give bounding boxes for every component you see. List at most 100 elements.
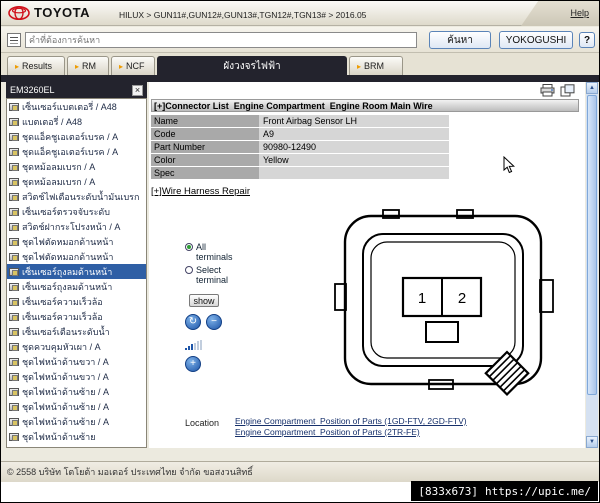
yokogushi-button[interactable]: YOKOGUSHI (499, 31, 573, 49)
tab-wiring-diagram-active[interactable]: ผังวงจรไฟฟ้า (157, 56, 347, 75)
tab-arrow-icon: ▸ (119, 61, 124, 71)
field-value: Front Airbag Sensor LH (259, 115, 449, 127)
toyota-epc-window: TOYOTA HILUX > GUN11#,GUN12#,GUN13#,TGN1… (0, 0, 600, 503)
table-row: Color Yellow (151, 154, 449, 166)
connector-list-header[interactable]: [+]Connector List Engine Compartment Eng… (151, 99, 579, 112)
question-help-button[interactable]: ? (579, 32, 595, 48)
list-item[interactable]: ชุดหม้อลมเบรก / A (7, 174, 146, 189)
terminal-options: All terminals Select terminal (185, 242, 247, 288)
help-link[interactable]: Help (570, 8, 589, 18)
table-row: Code A9 (151, 128, 449, 140)
list-item[interactable]: ชุดไฟหน้าด้านขวา / A (7, 369, 146, 384)
field-label: Part Number (151, 141, 259, 153)
app-frame: TOYOTA HILUX > GUN11#,GUN12#,GUN13#,TGN1… (1, 1, 599, 482)
connector-icon (9, 372, 19, 381)
list-item[interactable]: แบตเตอรี่ / A48 (7, 114, 146, 129)
open-window-button[interactable] (560, 84, 575, 97)
field-label: Code (151, 128, 259, 140)
zoom-out-icon[interactable]: − (206, 314, 222, 330)
list-item[interactable]: เซ็นเซอร์เตือนระดับน้ำ (7, 324, 146, 339)
radio-icon (185, 266, 193, 274)
connector-icon (9, 222, 19, 231)
tab-rm[interactable]: ▸ RM (67, 56, 109, 75)
tab-label: Results (22, 61, 53, 71)
tab-label: RM (82, 61, 97, 71)
field-value: Yellow (259, 154, 449, 166)
connector-icon (9, 432, 19, 441)
zoom-in-icon[interactable]: + (185, 356, 201, 372)
wire-harness-repair-link[interactable]: [+]Wire Harness Repair (151, 186, 250, 197)
list-item[interactable]: ชุดไฟหน้าด้านซ้าย (7, 429, 146, 444)
rotate-icon[interactable]: ↻ (185, 314, 201, 330)
tab-label: ผังวงจรไฟฟ้า (223, 60, 281, 72)
scrollbar-thumb[interactable] (587, 95, 597, 395)
connector-info-table: Name Front Airbag Sensor LH Code A9 Part… (151, 115, 449, 180)
show-button[interactable]: show (189, 294, 219, 307)
list-item[interactable]: ชุดไฟหน้าด้านซ้าย / A (7, 399, 146, 414)
table-row: Spec (151, 167, 449, 179)
location-links: Engine Compartment Position of Parts (1G… (235, 416, 467, 438)
list-item[interactable]: ชุดไฟหน้าด้านขวา / A (7, 354, 146, 369)
tab-label: BRM (364, 61, 385, 71)
connector-icon (9, 117, 19, 126)
list-item[interactable]: ชุดแอ็คชูเอเตอร์เบรค / A (7, 129, 146, 144)
search-bar: ค้นหา YOKOGUSHI ? (1, 27, 599, 53)
search-field-icon (7, 33, 21, 47)
search-input[interactable] (25, 32, 417, 48)
connector-icon (9, 252, 19, 261)
copyright-text: © 2558 บริษัท โตโยต้า มอเตอร์ ประเทศไทย … (7, 467, 253, 477)
tab-arrow-icon: ▸ (357, 61, 362, 71)
print-button[interactable] (540, 84, 555, 97)
sidebar-header: EM3260EL × (6, 82, 147, 98)
list-item[interactable]: เซ็นเซอร์แบตเตอรี่ / A48 (7, 99, 146, 114)
radio-select-terminal[interactable]: Select terminal (185, 265, 247, 285)
list-item[interactable]: เซ็นเซอร์ตรวจจับระดับ (7, 204, 146, 219)
list-item[interactable]: เซ็นเซอร์ถุงลมด้านหน้า (7, 279, 146, 294)
list-item[interactable]: เซ็นเซอร์ความเร็วล้อ (7, 309, 146, 324)
toyota-logo-icon (8, 5, 30, 20)
close-icon[interactable]: × (132, 84, 143, 96)
search-button[interactable]: ค้นหา (429, 31, 491, 49)
tab-band (1, 75, 599, 82)
list-item-selected[interactable]: เซ็นเซอร์ถุงลมด้านหน้า (7, 264, 146, 279)
connector-icon (9, 312, 19, 321)
list-item[interactable]: ชุดไฟตัดหมอกด้านหน้า (7, 234, 146, 249)
tab-arrow-icon: ▸ (15, 61, 20, 71)
connector-icon (9, 357, 19, 366)
tab-bar: ▸ Results ▸ RM ▸ NCF ผังวงจรไฟฟ้า ▸ BRM (1, 53, 599, 75)
list-item[interactable]: สวิตช์ฝากระโปรงหน้า / A (7, 219, 146, 234)
vertical-scrollbar[interactable]: ▲ ▼ (586, 82, 598, 448)
connector-icon (9, 207, 19, 216)
tab-brm[interactable]: ▸ BRM (349, 56, 403, 75)
list-item[interactable]: ชุดไฟตัดหมอกด้านหน้า (7, 249, 146, 264)
field-label: Spec (151, 167, 259, 179)
list-item[interactable]: สวิตช์ไฟเตือนระดับน้ำมันเบรก (7, 189, 146, 204)
tab-results[interactable]: ▸ Results (7, 56, 65, 75)
list-item[interactable]: ชุดไฟหน้าด้านซ้าย / A (7, 384, 146, 399)
location-link-2tr[interactable]: Engine Compartment Position of Parts (2T… (235, 427, 467, 438)
list-item[interactable]: ชุดแอ็คชูเอเตอร์เบรค / A (7, 144, 146, 159)
connector-icon (9, 237, 19, 246)
watermark: [833x673] https://upic.me/ (411, 481, 598, 501)
connector-icon (9, 282, 19, 291)
list-item[interactable]: เซ็นเซอร์ความเร็วล้อ (7, 294, 146, 309)
connector-icon (9, 102, 19, 111)
scroll-up-icon[interactable]: ▲ (586, 82, 598, 94)
watermark-size: [833x673] (418, 484, 479, 498)
location-label: Location (185, 418, 220, 428)
field-label: Name (151, 115, 259, 127)
list-item[interactable]: ชุดควบคุมหัวเผา / A (7, 339, 146, 354)
location-link-1gd[interactable]: Engine Compartment Position of Parts (1G… (235, 416, 467, 427)
list-item[interactable]: ชุดไฟหน้าด้านซ้าย / A (7, 414, 146, 429)
radio-all-terminals[interactable]: All terminals (185, 242, 247, 262)
tab-ncf[interactable]: ▸ NCF (111, 56, 155, 75)
list-item[interactable]: ชุดหม้อลมเบรก / A (7, 159, 146, 174)
radio-checked-icon (185, 243, 193, 251)
app-header: TOYOTA HILUX > GUN11#,GUN12#,GUN13#,TGN1… (1, 1, 599, 26)
connector-icon (9, 342, 19, 351)
table-row: Name Front Airbag Sensor LH (151, 115, 449, 127)
field-label: Color (151, 154, 259, 166)
field-value: A9 (259, 128, 449, 140)
connector-icon (9, 402, 19, 411)
scroll-down-icon[interactable]: ▼ (586, 436, 598, 448)
